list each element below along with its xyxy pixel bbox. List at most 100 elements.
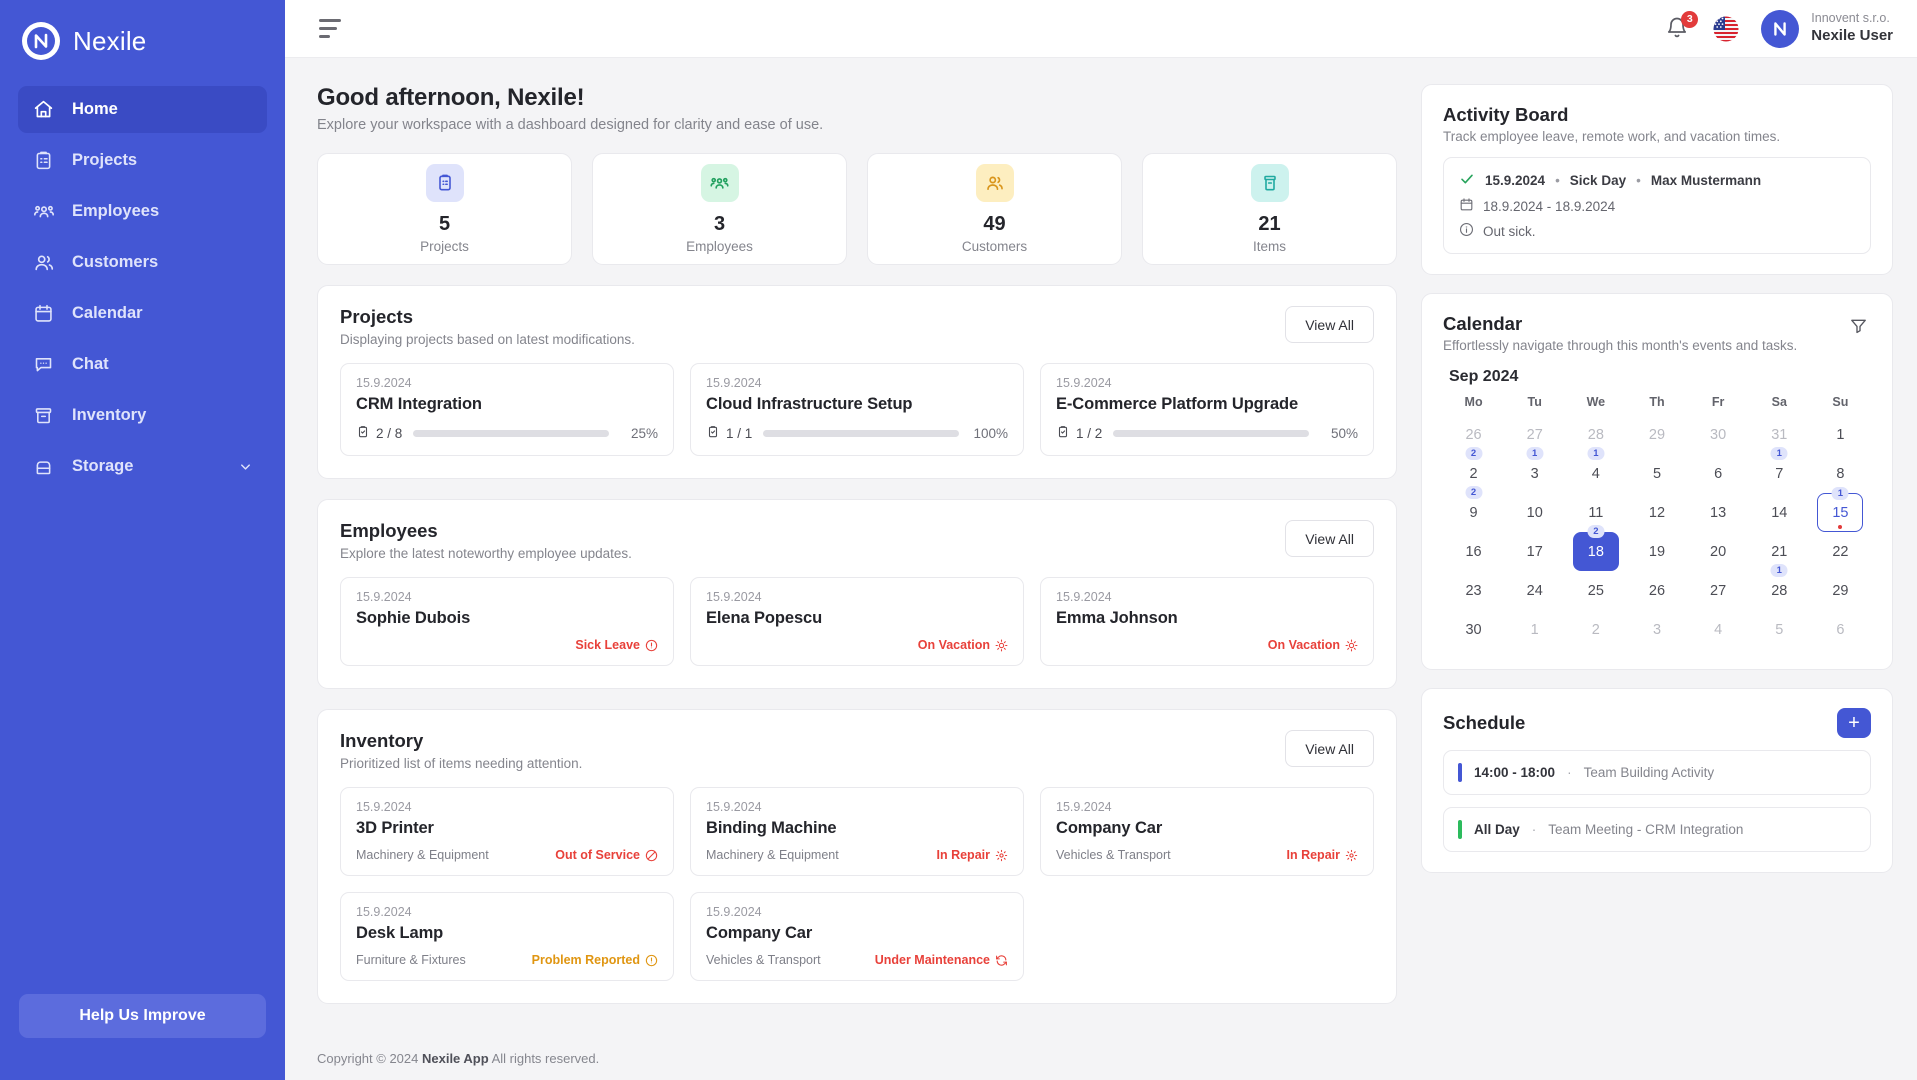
notifications-button[interactable]: 3	[1665, 10, 1699, 43]
calendar-day[interactable]: 4	[1695, 610, 1741, 649]
inventory-panel-heading: Inventory Prioritized list of items need…	[340, 730, 582, 771]
employee-card[interactable]: 15.9.2024 Sophie Dubois Sick Leave	[340, 577, 674, 666]
calendar-day[interactable]: 16	[1451, 532, 1497, 571]
calendar-day[interactable]: 5	[1756, 610, 1802, 649]
calendar-day[interactable]: 25	[1573, 571, 1619, 610]
project-card[interactable]: 15.9.2024 E-Commerce Platform Upgrade 1 …	[1040, 363, 1374, 456]
calendar-cell: 31	[1504, 447, 1565, 493]
employee-card[interactable]: 15.9.2024 Emma Johnson On Vacation	[1040, 577, 1374, 666]
calendar-day[interactable]: 5	[1634, 454, 1680, 493]
sidebar-item-customers[interactable]: Customers	[18, 239, 267, 286]
stat-card-employees[interactable]: 3 Employees	[592, 153, 847, 265]
hamburger-icon[interactable]	[317, 15, 343, 42]
schedule-item[interactable]: 14:00 - 18:00 · Team Building Activity	[1443, 750, 1871, 795]
employee-date: 15.9.2024	[706, 590, 762, 604]
sidebar-item-home[interactable]: Home	[18, 86, 267, 133]
calendar-day[interactable]: 15 1	[1817, 487, 1864, 532]
filter-icon[interactable]	[1846, 313, 1871, 338]
calendar-day[interactable]: 14	[1756, 493, 1802, 532]
calendar-day[interactable]: 29	[1817, 571, 1863, 610]
stat-card-customers[interactable]: 49 Customers	[867, 153, 1122, 265]
calendar-day[interactable]: 19	[1634, 532, 1680, 571]
sidebar-item-calendar[interactable]: Calendar	[18, 290, 267, 337]
sidebar-item-storage[interactable]: Storage	[18, 443, 267, 490]
calendar-day-badge: 1	[1770, 447, 1788, 460]
brand-logo[interactable]: Nexile	[0, 0, 285, 86]
calendar-cell: 25	[1565, 571, 1626, 610]
calendar-day[interactable]: 1	[1817, 415, 1863, 454]
employees-view-all-button[interactable]: View All	[1285, 520, 1374, 557]
calendar-day[interactable]: 71	[1756, 447, 1802, 493]
add-schedule-button[interactable]: +	[1837, 708, 1871, 738]
calendar-day[interactable]: 23	[1451, 571, 1497, 610]
sidebar-item-employees[interactable]: Employees	[18, 188, 267, 235]
calendar-cell: 30	[1443, 610, 1504, 649]
footer-suffix: All rights reserved.	[488, 1051, 600, 1066]
calendar-day[interactable]: 29	[1634, 415, 1680, 454]
inventory-view-all-button[interactable]: View All	[1285, 730, 1374, 767]
chevron-down-icon[interactable]	[238, 459, 253, 474]
calendar-day[interactable]: 30	[1695, 415, 1741, 454]
inventory-card[interactable]: 15.9.2024 Company Car Vehicles & Transpo…	[1040, 787, 1374, 876]
flag-us-icon[interactable]	[1713, 16, 1739, 42]
calendar-day[interactable]: 17	[1512, 532, 1558, 571]
panel-subtitle: Explore the latest noteworthy employee u…	[340, 546, 632, 561]
calendar-day[interactable]: 6	[1695, 454, 1741, 493]
calendar-day[interactable]: 2	[1573, 610, 1619, 649]
inventory-card[interactable]: 15.9.2024 Company Car Vehicles & Transpo…	[690, 892, 1024, 981]
calendar-day[interactable]: 3	[1634, 610, 1680, 649]
calendar-day[interactable]: 41	[1573, 447, 1619, 493]
calendar-day[interactable]: 26	[1634, 571, 1680, 610]
calendar-day[interactable]: 18 2	[1572, 525, 1619, 571]
calendar-grid: Mo Tu We Th Fr Sa Su 26 27 28 29 30 31 1 2 2 3 1 4 1…	[1443, 395, 1871, 649]
calendar-cell: 92	[1443, 486, 1504, 532]
inventory-name: Company Car	[1056, 819, 1163, 837]
project-name: CRM Integration	[356, 395, 482, 413]
stat-card-items[interactable]: 21 Items	[1142, 153, 1397, 265]
user-menu[interactable]: Innovent s.r.o. Nexile User	[1761, 9, 1893, 48]
schedule-item[interactable]: All Day · Team Meeting - CRM Integration	[1443, 807, 1871, 852]
inventory-panel-header: Inventory Prioritized list of items need…	[340, 730, 1374, 771]
calendar-cell: 15 1	[1810, 487, 1871, 532]
project-name: Cloud Infrastructure Setup	[706, 395, 913, 413]
calendar-day[interactable]: 24	[1512, 571, 1558, 610]
calendar-day[interactable]: 27	[1695, 571, 1741, 610]
calendar-cell: 1	[1810, 415, 1871, 454]
calendar-weekday: Mo	[1464, 395, 1483, 409]
help-us-improve-button[interactable]: Help Us Improve	[19, 994, 266, 1038]
alert-circle-icon	[645, 954, 658, 967]
sidebar-item-chat[interactable]: Chat	[18, 341, 267, 388]
panel-subtitle: Displaying projects based on latest modi…	[340, 332, 635, 347]
calendar-day[interactable]: 92	[1451, 486, 1497, 532]
calendar-day[interactable]: 20	[1695, 532, 1741, 571]
inventory-date: 15.9.2024	[706, 800, 762, 814]
projects-view-all-button[interactable]: View All	[1285, 306, 1374, 343]
calendar-day-badge: 2	[1587, 525, 1605, 538]
inventory-category: Furniture & Fixtures	[356, 953, 466, 967]
inventory-card[interactable]: 15.9.2024 3D Printer Machinery & Equipme…	[340, 787, 674, 876]
inventory-card[interactable]: 15.9.2024 Desk Lamp Furniture & Fixtures…	[340, 892, 674, 981]
calendar-day[interactable]: 13	[1695, 493, 1741, 532]
calendar-heading: Calendar Effortlessly navigate through t…	[1443, 313, 1797, 353]
calendar-day[interactable]: 6	[1817, 610, 1863, 649]
employees-icon	[700, 164, 739, 202]
inventory-icon	[1250, 164, 1289, 202]
inventory-card[interactable]: 15.9.2024 Binding Machine Machinery & Eq…	[690, 787, 1024, 876]
stat-card-projects[interactable]: 5 Projects	[317, 153, 572, 265]
status-badge: Sick Leave	[356, 638, 658, 652]
calendar-day[interactable]: 10	[1512, 493, 1558, 532]
calendar-day[interactable]: 22	[1817, 532, 1863, 571]
sidebar-item-inventory[interactable]: Inventory	[18, 392, 267, 439]
calendar-day[interactable]: 31	[1512, 447, 1558, 493]
employee-card[interactable]: 15.9.2024 Elena Popescu On Vacation	[690, 577, 1024, 666]
project-card[interactable]: 15.9.2024 Cloud Infrastructure Setup 1 /…	[690, 363, 1024, 456]
employees-panel-heading: Employees Explore the latest noteworthy …	[340, 520, 632, 561]
inventory-date: 15.9.2024	[356, 800, 412, 814]
sidebar-item-projects[interactable]: Projects	[18, 137, 267, 184]
calendar-day[interactable]: 12	[1634, 493, 1680, 532]
project-card[interactable]: 15.9.2024 CRM Integration 2 / 8 25%	[340, 363, 674, 456]
calendar-day[interactable]: 30	[1451, 610, 1497, 649]
activity-entry[interactable]: 15.9.2024 • Sick Day • Max Mustermann 18…	[1443, 157, 1871, 254]
calendar-day[interactable]: 1	[1512, 610, 1558, 649]
calendar-day[interactable]: 28 1	[1756, 564, 1802, 610]
